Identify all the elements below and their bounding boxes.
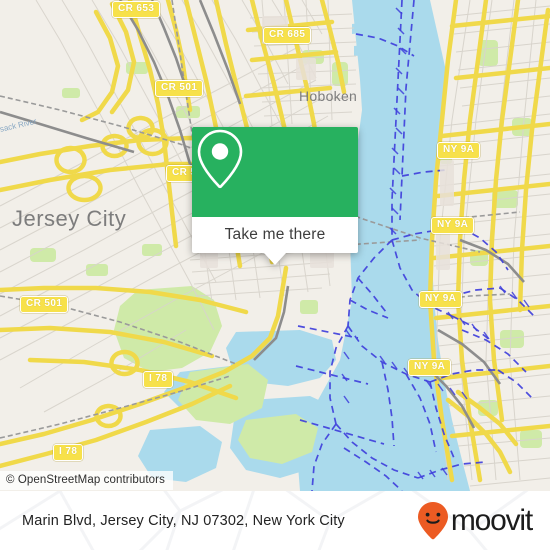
- road-shield-ny9a-3: NY 9A: [419, 291, 463, 308]
- moovit-smiley-pin-icon: [417, 501, 448, 539]
- popup-action-bar[interactable]: Take me there: [192, 217, 358, 253]
- road-shield-cr501-north: CR 501: [155, 80, 204, 97]
- road-shield-cr685: CR 685: [263, 27, 312, 44]
- road-shield-ny9a-4: NY 9A: [408, 359, 452, 376]
- road-shield-cr501-south: CR 501: [20, 296, 69, 313]
- road-shield-cr653: CR 653: [112, 1, 161, 18]
- moovit-wordmark: moovit: [450, 503, 533, 537]
- road-shield-ny9a-2: NY 9A: [431, 217, 475, 234]
- road-shield-i78-north: I 78: [143, 371, 174, 388]
- footer-bar: Marin Blvd, Jersey City, NJ 07302, New Y…: [0, 491, 550, 550]
- road-shield-i78-south: I 78: [53, 444, 84, 461]
- popup-header: [192, 127, 358, 217]
- map-label-hoboken: Hoboken: [299, 88, 358, 104]
- osm-attribution[interactable]: © OpenStreetMap contributors: [0, 471, 173, 490]
- location-popup-card[interactable]: Take me there: [192, 127, 358, 265]
- take-me-there-label: Take me there: [224, 226, 326, 243]
- moovit-brand[interactable]: moovit: [416, 501, 533, 541]
- road-shield-ny9a-1: NY 9A: [437, 142, 481, 159]
- map-pin-icon: [197, 129, 243, 189]
- map-label-jersey-city: Jersey City: [12, 206, 127, 231]
- moovit-map-screenshot: Jersey City Hoboken sack River CR 653 CR…: [0, 0, 550, 550]
- map-canvas[interactable]: Jersey City Hoboken sack River CR 653 CR…: [0, 0, 550, 491]
- popup-pointer-tail: [264, 253, 286, 265]
- address-text: Marin Blvd, Jersey City, NJ 07302, New Y…: [22, 512, 345, 529]
